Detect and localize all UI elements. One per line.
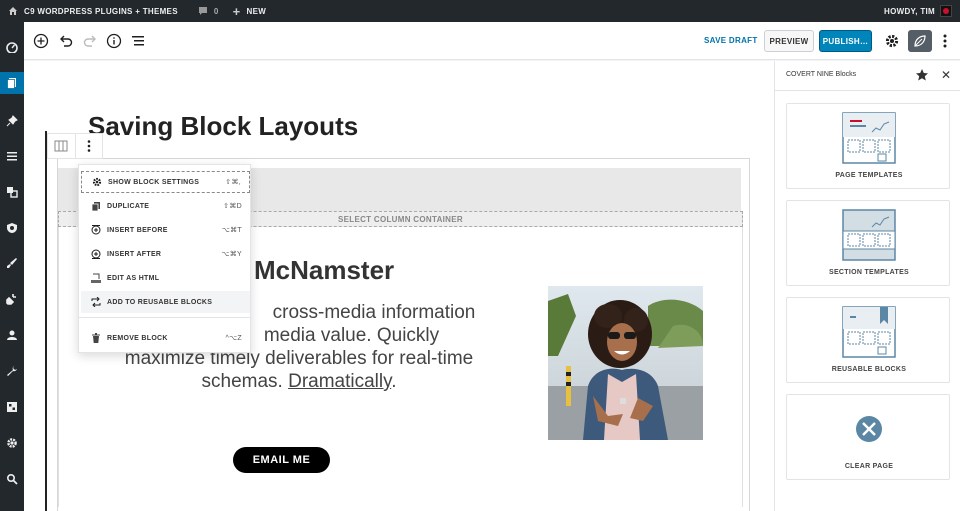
users-icon[interactable] (0, 324, 24, 346)
duplicate-item[interactable]: DUPLICATE ⇧⌘D (81, 195, 250, 217)
block-selection-rail (45, 131, 47, 511)
insert-after-item[interactable]: INSERT AFTER ⌥⌘Y (81, 243, 250, 265)
editor-header: SAVE DRAFT PREVIEW PUBLISH… (24, 22, 960, 60)
brush-icon[interactable] (0, 252, 24, 274)
menu-item-label: REMOVE BLOCK (107, 334, 168, 342)
add-block-icon[interactable] (32, 32, 50, 50)
page-templates-card[interactable]: PAGE TEMPLATES (786, 103, 950, 189)
sidebar-title: COVERT NINE Blocks (786, 71, 857, 78)
covert-nine-sidebar: COVERT NINE Blocks ✕ PAGE TEMPLATES SECT… (774, 61, 960, 511)
insert-after-icon (90, 248, 102, 260)
hero-line-text: . (391, 371, 397, 392)
shield-icon[interactable] (0, 217, 24, 239)
block-toolbar (47, 133, 103, 159)
pin-icon[interactable] (0, 110, 24, 132)
blocks-icon[interactable] (0, 396, 24, 418)
shortcut-text: ⌥⌘T (221, 227, 242, 234)
menu-item-label: ADD TO REUSABLE BLOCKS (107, 298, 213, 306)
admin-bar: C9 WORDPRESS PLUGINS + THEMES 0 + NEW HO… (0, 0, 960, 22)
editor-canvas: Saving Block Layouts SELECT COLUMN CONTA… (24, 61, 774, 511)
duplicate-icon (90, 200, 102, 212)
html-icon (90, 272, 102, 284)
card-label: REUSABLE BLOCKS (831, 366, 907, 373)
home-icon (9, 7, 17, 15)
clear-icon (856, 416, 882, 442)
search-icon[interactable] (0, 468, 24, 490)
columns-icon[interactable] (48, 134, 75, 158)
reusable-blocks-icon (842, 306, 896, 358)
plus-icon: + (232, 3, 241, 19)
comments-count: 0 (213, 6, 219, 16)
plugin-icon[interactable] (0, 288, 24, 310)
clear-page-card[interactable]: CLEAR PAGE (786, 394, 950, 480)
comments-link[interactable]: 0 (198, 6, 219, 16)
admin-menu (0, 22, 24, 511)
comment-icon (198, 7, 207, 15)
show-block-settings-item[interactable]: SHOW BLOCK SETTINGS ⇧⌘, (81, 171, 250, 193)
email-me-button[interactable]: EMAIL ME (233, 447, 330, 473)
dashboard-icon[interactable] (0, 36, 24, 58)
shortcut-text: ⇧⌘D (223, 203, 242, 210)
site-name: C9 WORDPRESS PLUGINS + THEMES (24, 6, 178, 16)
menu-item-label: INSERT BEFORE (107, 226, 168, 234)
publish-button[interactable]: PUBLISH… (819, 30, 872, 52)
add-to-reusable-blocks-item[interactable]: ADD TO REUSABLE BLOCKS (81, 291, 250, 313)
gear-icon (91, 176, 103, 188)
card-label: CLEAR PAGE (844, 463, 894, 470)
shortcut-text: ^⌥Z (225, 335, 242, 342)
hero-name: McNamster (254, 255, 395, 285)
gear-icon[interactable] (883, 32, 901, 50)
avatar (940, 5, 952, 17)
pages-icon[interactable] (0, 72, 24, 94)
undo-icon[interactable] (57, 32, 75, 50)
menu-item-label: SHOW BLOCK SETTINGS (108, 178, 200, 186)
account-menu[interactable]: HOWDY, TIM (884, 0, 952, 22)
section-templates-card[interactable]: SECTION TEMPLATES (786, 200, 950, 286)
insert-before-icon (90, 224, 102, 236)
menu-item-label: DUPLICATE (107, 202, 150, 210)
shortcut-text: ⇧⌘, (225, 179, 241, 186)
hero-line-text: schemas. (201, 371, 289, 392)
settings-icon[interactable] (0, 432, 24, 454)
card-label: PAGE TEMPLATES (835, 172, 903, 179)
menu-icon[interactable] (0, 145, 24, 167)
profile-photo[interactable] (548, 286, 703, 440)
new-link[interactable]: + NEW (233, 5, 266, 18)
menu-item-label: EDIT AS HTML (107, 274, 160, 282)
menu-divider (79, 317, 250, 318)
trash-icon (90, 332, 102, 344)
block-options-icon[interactable] (74, 134, 102, 158)
info-icon[interactable] (105, 32, 123, 50)
reusable-blocks-card[interactable]: REUSABLE BLOCKS (786, 297, 950, 383)
star-icon[interactable] (915, 68, 929, 82)
site-link[interactable]: C9 WORDPRESS PLUGINS + THEMES (8, 6, 178, 16)
redo-icon[interactable] (81, 32, 99, 50)
more-menu-icon[interactable] (936, 32, 954, 50)
leaf-icon (914, 35, 926, 47)
card-label: SECTION TEMPLATES (828, 269, 910, 276)
hero-line: schemas. Dramatically. (104, 370, 494, 393)
menu-item-label: INSERT AFTER (107, 250, 162, 258)
edit-as-html-item[interactable]: EDIT AS HTML (81, 267, 250, 289)
dramatically-link[interactable]: Dramatically (288, 371, 391, 392)
block-options-menu: SHOW BLOCK SETTINGS ⇧⌘, DUPLICATE ⇧⌘D IN… (78, 164, 251, 353)
insert-before-item[interactable]: INSERT BEFORE ⌥⌘T (81, 219, 250, 241)
shortcut-text: ⌥⌘Y (221, 251, 242, 258)
new-label: NEW (246, 6, 267, 16)
covert-nine-toggle[interactable] (908, 30, 932, 52)
remove-block-item[interactable]: REMOVE BLOCK ^⌥Z (81, 327, 250, 349)
outline-icon[interactable] (129, 32, 147, 50)
sidebar-header: COVERT NINE Blocks ✕ (775, 61, 960, 91)
close-icon[interactable]: ✕ (939, 68, 953, 82)
reusable-icon (90, 296, 102, 308)
preview-button[interactable]: PREVIEW (764, 30, 814, 52)
page-templates-icon (842, 112, 896, 164)
media-icon[interactable] (0, 181, 24, 203)
tools-icon[interactable] (0, 360, 24, 382)
section-templates-icon (842, 209, 896, 261)
save-draft-button[interactable]: SAVE DRAFT (704, 36, 758, 45)
post-title[interactable]: Saving Block Layouts (88, 111, 358, 142)
greeting: HOWDY, TIM (884, 6, 935, 16)
